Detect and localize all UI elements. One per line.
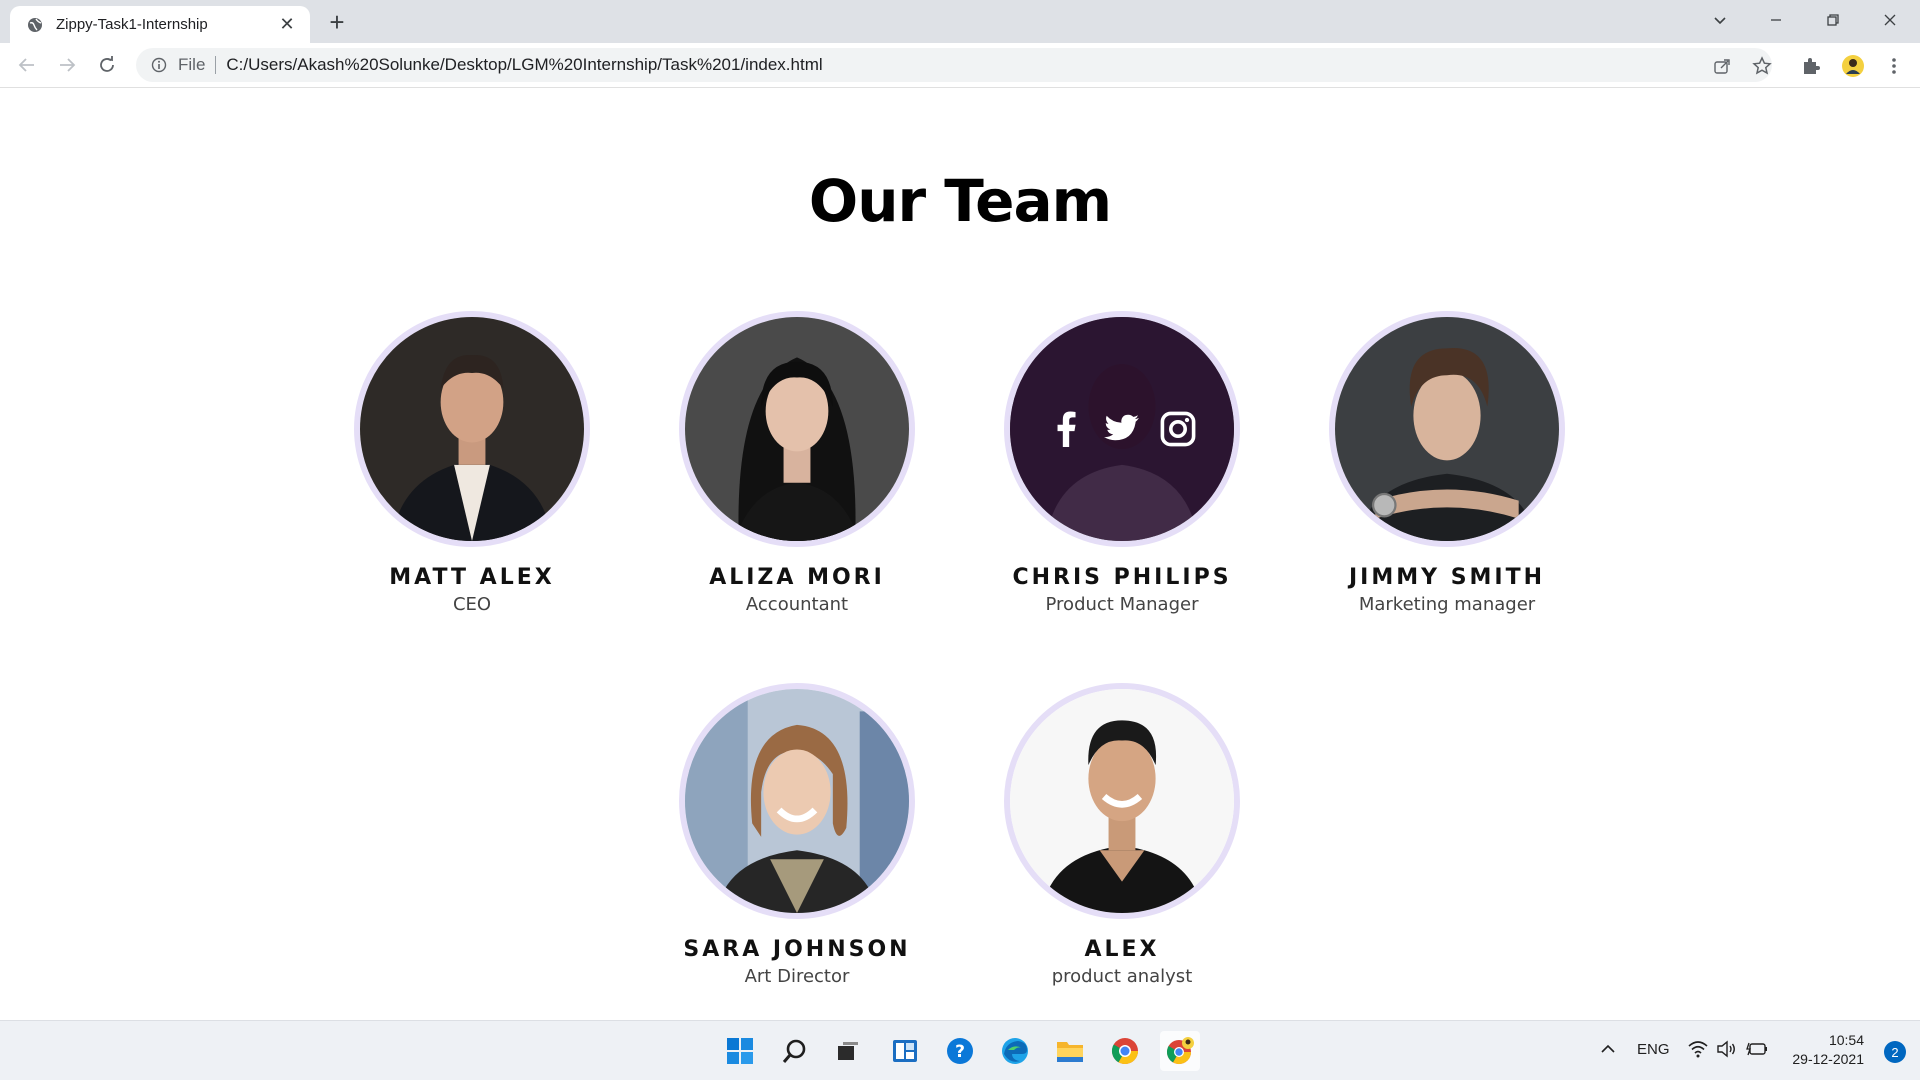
facebook-icon[interactable] (1048, 411, 1084, 447)
member-name: ALIZA MORI (709, 565, 885, 590)
team-card-aliza-mori[interactable]: ALIZA MORI Accountant (637, 311, 957, 615)
avatar-photo[interactable] (679, 311, 915, 547)
file-explorer-icon[interactable] (1050, 1031, 1090, 1071)
notification-badge[interactable]: 2 (1884, 1041, 1906, 1063)
omnibox-divider (215, 56, 217, 74)
wifi-icon[interactable] (1688, 1040, 1708, 1062)
svg-text:?: ? (955, 1042, 965, 1062)
browser-toolbar: File C:/Users/Akash%20Solunke/Desktop/LG… (0, 43, 1920, 88)
bookmark-star-icon[interactable] (1750, 54, 1774, 78)
browser-tab-strip: Zippy-Task1-Internship ✕ + (0, 0, 1920, 43)
instagram-icon[interactable] (1160, 411, 1196, 447)
clock-date: 29-12-2021 (1792, 1051, 1864, 1067)
member-role: Accountant (745, 594, 849, 615)
profile-avatar[interactable] (1840, 53, 1866, 79)
avatar-photo[interactable] (1004, 311, 1240, 547)
share-icon[interactable] (1710, 54, 1734, 78)
tray-overflow-icon[interactable] (1600, 1041, 1616, 1061)
get-help-icon[interactable]: ? (940, 1031, 980, 1071)
avatar-photo[interactable] (679, 683, 915, 919)
url-text[interactable]: C:/Users/Akash%20Solunke/Desktop/LGM%20I… (226, 55, 822, 75)
globe-icon (26, 16, 44, 34)
team-card-matt-alex[interactable]: MATT ALEX CEO (312, 311, 632, 615)
browser-tab[interactable]: Zippy-Task1-Internship ✕ (10, 6, 310, 43)
member-role: product analyst (1051, 966, 1193, 987)
task-view-icon[interactable] (828, 1031, 868, 1071)
extensions-puzzle-icon[interactable] (1798, 53, 1824, 79)
new-tab-button[interactable]: + (323, 8, 351, 36)
member-name: SARA JOHNSON (683, 937, 911, 962)
social-overlay (1010, 317, 1234, 541)
windows-start-icon[interactable] (720, 1031, 760, 1071)
member-role: Art Director (744, 966, 850, 987)
restore-button[interactable] (1805, 0, 1861, 40)
battery-icon[interactable] (1746, 1041, 1768, 1061)
reload-button[interactable] (91, 49, 123, 81)
tab-search-icon[interactable] (1692, 0, 1748, 40)
info-icon[interactable] (150, 56, 168, 74)
avatar-photo[interactable] (1004, 683, 1240, 919)
avatar-photo[interactable] (1329, 311, 1565, 547)
scheme-label: File (178, 55, 206, 74)
web-page: Our Team MATT ALEX CEO ALIZA MORI Accoun… (0, 89, 1920, 1020)
member-name: JIMMY SMITH (1348, 565, 1546, 590)
widgets-icon[interactable] (885, 1031, 925, 1071)
chrome-profile-app-icon[interactable] (1160, 1031, 1200, 1071)
chrome-icon[interactable] (1105, 1031, 1145, 1071)
windows-taskbar: ? ENG 10:54 29-12-2021 2 (0, 1020, 1920, 1080)
twitter-icon[interactable] (1104, 411, 1140, 447)
member-name: ALEX (1084, 937, 1160, 962)
member-role: CEO (452, 594, 492, 615)
member-role: Marketing manager (1358, 594, 1536, 615)
edge-browser-icon[interactable] (995, 1031, 1035, 1071)
close-tab-icon[interactable]: ✕ (276, 14, 298, 36)
team-card-jimmy-smith[interactable]: JIMMY SMITH Marketing manager (1287, 311, 1607, 615)
back-button[interactable] (11, 49, 43, 81)
system-clock[interactable]: 10:54 29-12-2021 (1792, 1031, 1864, 1069)
clock-time: 10:54 (1828, 1032, 1864, 1048)
address-bar[interactable]: File C:/Users/Akash%20Solunke/Desktop/LG… (136, 48, 1772, 82)
member-name: CHRIS PHILIPS (1012, 565, 1232, 590)
member-name: MATT ALEX (389, 565, 555, 590)
team-card-alex[interactable]: ALEX product analyst (962, 683, 1282, 987)
tab-title: Zippy-Task1-Internship (56, 16, 208, 33)
browser-menu-icon[interactable] (1881, 53, 1907, 79)
minimize-button[interactable] (1748, 0, 1804, 40)
volume-icon[interactable] (1716, 1040, 1736, 1062)
close-window-button[interactable] (1862, 0, 1918, 40)
input-language[interactable]: ENG (1637, 1041, 1670, 1058)
search-icon[interactable] (775, 1031, 815, 1071)
page-title: Our Team (808, 167, 1112, 235)
team-card-sara-johnson[interactable]: SARA JOHNSON Art Director (637, 683, 957, 987)
member-role: Product Manager (1045, 594, 1199, 615)
avatar-photo[interactable] (354, 311, 590, 547)
team-card-chris-philips[interactable]: CHRIS PHILIPS Product Manager (962, 311, 1282, 615)
forward-button[interactable] (51, 49, 83, 81)
